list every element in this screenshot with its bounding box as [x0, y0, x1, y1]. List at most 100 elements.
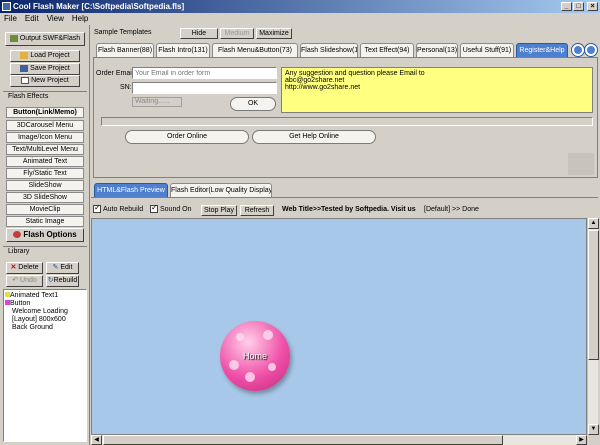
- tree-item[interactable]: Animated Text1: [5, 292, 68, 300]
- home-button-label: Home: [242, 351, 267, 361]
- hide-button[interactable]: Hide: [180, 28, 218, 39]
- auto-rebuild-checkbox[interactable]: Auto Rebuild: [93, 203, 144, 213]
- menu-edit[interactable]: Edit: [21, 13, 43, 25]
- tab-flash-menu-button[interactable]: Flash Menu&Button(73): [212, 43, 298, 57]
- output-label: Output SWF&Flash: [19, 35, 81, 42]
- library-delete-button[interactable]: ✕ Delete: [6, 262, 43, 274]
- tab-html-flash-preview[interactable]: HTML&Flash Preview: [94, 183, 168, 197]
- menu-bar: File Edit View Help: [0, 13, 600, 25]
- scroll-up-icon[interactable]: ▲: [588, 218, 599, 229]
- effect-button-link-memo[interactable]: Button(Link/Memo): [6, 107, 84, 118]
- tab-register-help[interactable]: Register&Help: [516, 43, 568, 57]
- scroll-right-icon[interactable]: [585, 44, 597, 56]
- output-swf-button[interactable]: Output SWF&Flash: [5, 32, 85, 46]
- status-done-text: [Default] >> Done: [424, 206, 479, 213]
- minimize-button[interactable]: _: [561, 2, 572, 11]
- get-help-online-button[interactable]: Get Help Online: [252, 130, 376, 144]
- undo-label: Undo: [20, 277, 37, 284]
- h-scroll-thumb[interactable]: [103, 435, 503, 445]
- title-bar: Cool Flash Maker [C:\Softpedia\Softpedia…: [0, 0, 600, 13]
- status-text: Waiting......: [132, 97, 182, 107]
- effect-image-icon-menu[interactable]: Image/Icon Menu: [6, 132, 84, 143]
- divider: [91, 197, 598, 198]
- menu-view[interactable]: View: [43, 13, 68, 25]
- order-online-button[interactable]: Order Online: [125, 130, 249, 144]
- home-flash-button[interactable]: Home: [220, 321, 290, 391]
- undo-icon: ↶: [12, 277, 19, 284]
- delete-icon: ✕: [10, 264, 17, 271]
- ok-button[interactable]: OK: [230, 97, 276, 111]
- effect-slideshow[interactable]: SlideShow: [6, 180, 84, 191]
- window-title: Cool Flash Maker [C:\Softpedia\Softpedia…: [13, 2, 185, 11]
- edit-icon: ✎: [52, 264, 59, 271]
- tree-item[interactable]: Button: [5, 300, 68, 308]
- preview-canvas[interactable]: [91, 218, 587, 435]
- library-title: Library: [8, 248, 30, 255]
- options-label: Flash Options: [23, 230, 77, 239]
- effect-fly-static-text[interactable]: Fly/Static Text: [6, 168, 84, 179]
- new-project-button[interactable]: New Project: [10, 75, 80, 87]
- resize-grip[interactable]: [568, 153, 594, 175]
- order-email-input[interactable]: [132, 67, 277, 79]
- scroll-down-icon[interactable]: ▼: [588, 424, 599, 435]
- auto-label: Auto Rebuild: [103, 205, 144, 213]
- sound-label: Sound On: [160, 205, 192, 213]
- tab-flash-editor[interactable]: Flash Editor(Low Quality Display): [170, 183, 272, 197]
- order-email-label: Order Email:: [96, 70, 136, 77]
- tree-item[interactable]: Back Ground: [5, 324, 68, 332]
- close-button[interactable]: ×: [587, 2, 598, 11]
- tab-text-effect[interactable]: Text Effect(94): [360, 43, 414, 57]
- load-label: Load Project: [30, 52, 70, 59]
- disk-icon: [20, 64, 29, 72]
- effect-animated-text[interactable]: Animated Text: [6, 156, 84, 167]
- film-icon: [9, 34, 18, 42]
- info-line: Any suggestion and question please Email…: [285, 70, 425, 77]
- library-undo-button[interactable]: ↶ Undo: [6, 275, 43, 287]
- new-label: New Project: [31, 77, 69, 84]
- menu-file[interactable]: File: [0, 13, 21, 25]
- maximize-templates-button[interactable]: Maximize: [256, 28, 292, 39]
- tab-flash-banner[interactable]: Flash Banner(88): [96, 43, 154, 57]
- edit-label: Edit: [60, 264, 73, 271]
- library-edit-button[interactable]: ✎ Edit: [46, 262, 79, 274]
- scroll-thumb[interactable]: [588, 230, 599, 360]
- refresh-button[interactable]: Refresh: [240, 205, 274, 216]
- tab-flash-slideshow[interactable]: Flash Slideshow(19): [300, 43, 358, 57]
- tree-item[interactable]: Welcome Loading: [5, 308, 68, 316]
- load-project-button[interactable]: Load Project: [10, 50, 80, 62]
- sound-on-checkbox[interactable]: Sound On: [150, 203, 192, 213]
- menu-help[interactable]: Help: [68, 13, 92, 25]
- rebuild-label: Rebuild: [53, 277, 78, 284]
- save-project-button[interactable]: Save Project: [10, 63, 80, 75]
- flash-options-button[interactable]: Flash Options: [6, 228, 84, 242]
- app-icon: [2, 2, 11, 11]
- effect-3dcarousel-menu[interactable]: 3DCarousel Menu: [6, 120, 84, 131]
- sn-input[interactable]: [132, 82, 277, 94]
- medium-button[interactable]: Medium: [220, 28, 254, 39]
- options-icon: [13, 231, 22, 239]
- check-icon: [150, 203, 158, 213]
- info-email: abc@go2share.net: [285, 77, 345, 84]
- tab-flash-intro[interactable]: Flash Intro(131): [156, 43, 210, 57]
- horizontal-scrollbar[interactable]: ◀ ▶: [91, 435, 587, 445]
- effect-3d-slideshow[interactable]: 3D SlideShow: [6, 192, 84, 203]
- new-file-icon: [21, 76, 30, 84]
- effect-movieclip[interactable]: MovieClip: [6, 204, 84, 215]
- effect-text-multilevel-menu[interactable]: Text/MultiLevel Menu: [6, 144, 84, 155]
- progress-bar: [101, 117, 593, 126]
- tab-useful-stuff[interactable]: Useful Stuff(91): [460, 43, 514, 57]
- effect-static-image[interactable]: Static Image: [6, 216, 84, 227]
- folder-icon: [20, 51, 29, 59]
- info-box: Any suggestion and question please Email…: [281, 67, 593, 113]
- stop-play-button[interactable]: Stop Play: [201, 205, 237, 216]
- vertical-scrollbar[interactable]: ▲ ▼: [587, 218, 599, 435]
- scroll-left-arrow-icon[interactable]: ◀: [91, 435, 102, 445]
- flash-effects-title: Flash Effects: [8, 93, 49, 100]
- library-rebuild-button[interactable]: ↻Rebuild: [46, 275, 79, 287]
- tab-scroll-arrows[interactable]: [572, 44, 598, 56]
- scroll-right-arrow-icon[interactable]: ▶: [576, 435, 587, 445]
- maximize-button[interactable]: □: [573, 2, 584, 11]
- tab-personal[interactable]: Personal(13): [416, 43, 458, 57]
- tree-item[interactable]: [Layout] 800x600: [5, 316, 68, 324]
- scroll-left-icon[interactable]: [572, 44, 584, 56]
